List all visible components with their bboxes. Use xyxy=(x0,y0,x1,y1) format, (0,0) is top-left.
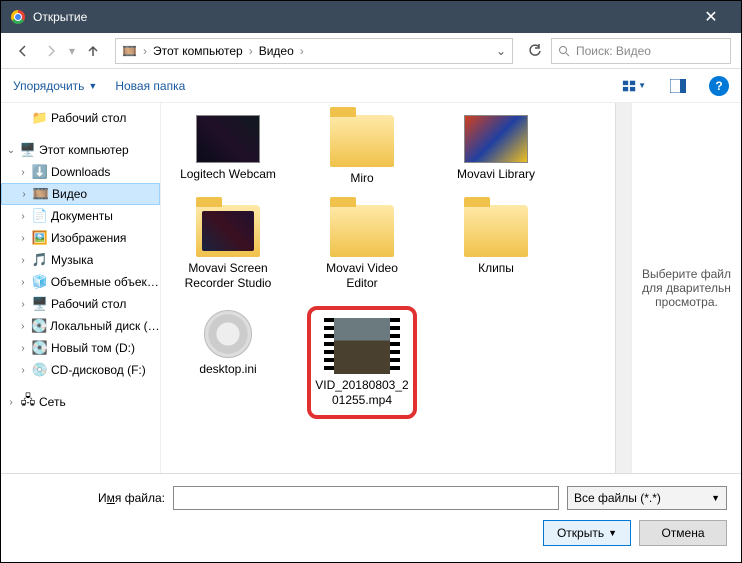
folder-icon xyxy=(330,205,394,257)
chrome-icon xyxy=(11,10,25,24)
open-button[interactable]: Открыть▼ xyxy=(543,520,631,546)
filename-label: Имя файла: xyxy=(15,491,165,505)
preview-pane-button[interactable] xyxy=(665,75,691,97)
video-icon: 🎞️ xyxy=(32,186,50,202)
tree-pictures[interactable]: ›🖼️Изображения xyxy=(1,227,160,249)
expand-icon[interactable]: › xyxy=(17,233,29,244)
folder-icon xyxy=(464,205,528,257)
cancel-button[interactable]: Отмена xyxy=(639,520,727,546)
folder-movavi-editor[interactable]: Movavi Video Editor xyxy=(307,201,417,294)
pc-icon: 🖥️ xyxy=(19,142,37,158)
folder-icon xyxy=(330,115,394,167)
file-list: Logitech Webcam Miro Movavi Library Mova… xyxy=(161,103,631,473)
tree-downloads[interactable]: ›⬇️Downloads xyxy=(1,161,160,183)
nav-tree: 📁Рабочий стол ⌄🖥️Этот компьютер ›⬇️Downl… xyxy=(1,103,161,473)
disc-icon: 💿 xyxy=(31,362,49,378)
expand-icon[interactable]: › xyxy=(5,397,17,408)
video-folder-icon: 🎞️ xyxy=(122,44,137,58)
back-button[interactable] xyxy=(11,39,35,63)
tree-thispc[interactable]: ⌄🖥️Этот компьютер xyxy=(1,139,160,161)
downloads-icon: ⬇️ xyxy=(31,164,49,180)
tree-3dobjects[interactable]: ›🧊Объемные объекты xyxy=(1,271,160,293)
chevron-right-icon: › xyxy=(143,44,147,58)
folder-movavi-library[interactable]: Movavi Library xyxy=(441,111,551,189)
file-desktop-ini[interactable]: desktop.ini xyxy=(173,306,283,419)
history-dropdown[interactable]: ▾ xyxy=(69,44,75,58)
breadcrumb-video[interactable]: Видео xyxy=(259,44,294,58)
desktop-icon: 🖥️ xyxy=(31,296,49,312)
folder-movavi-recorder[interactable]: Movavi Screen Recorder Studio xyxy=(173,201,283,294)
tree-localdisk[interactable]: ›💽Локальный диск (C:) xyxy=(1,315,160,337)
preview-pane: Выберите файл для дварительн просмотра. xyxy=(631,103,741,473)
navbar: ▾ 🎞️ › Этот компьютер › Видео › ⌄ Поиск:… xyxy=(1,33,741,69)
refresh-button[interactable] xyxy=(523,39,547,63)
expand-icon[interactable]: › xyxy=(17,255,29,266)
window-title: Открытие xyxy=(33,10,691,24)
folder-thumb-icon xyxy=(196,115,260,163)
folder-miro[interactable]: Miro xyxy=(307,111,417,189)
split-dropdown-icon[interactable]: ▼ xyxy=(608,528,617,538)
close-icon[interactable]: ✕ xyxy=(691,7,731,27)
address-bar[interactable]: 🎞️ › Этот компьютер › Видео › ⌄ xyxy=(115,38,513,64)
tree-documents[interactable]: ›📄Документы xyxy=(1,205,160,227)
expand-icon[interactable]: › xyxy=(17,299,29,310)
chevron-right-icon: › xyxy=(249,44,253,58)
network-icon: 🖧 xyxy=(19,391,37,413)
address-dropdown-icon[interactable]: ⌄ xyxy=(496,44,506,58)
breadcrumb-thispc[interactable]: Этот компьютер xyxy=(153,44,243,58)
organize-menu[interactable]: Упорядочить ▼ xyxy=(13,79,97,93)
tree-cddrive[interactable]: ›💿CD-дисковод (F:) xyxy=(1,359,160,381)
bottom-panel: Имя файла: Все файлы (*.*)▼ Открыть▼ Отм… xyxy=(1,473,741,558)
forward-button[interactable] xyxy=(39,39,63,63)
tree-music[interactable]: ›🎵Музыка xyxy=(1,249,160,271)
gear-icon xyxy=(204,310,252,358)
up-button[interactable] xyxy=(81,39,105,63)
expand-icon[interactable]: › xyxy=(17,277,29,288)
pictures-icon: 🖼️ xyxy=(31,230,49,246)
file-video-selected[interactable]: VID_20180803_201255.mp4 xyxy=(307,306,417,419)
tree-desktop[interactable]: 📁Рабочий стол xyxy=(1,107,160,129)
preview-hint: Выберите файл для дварительн просмотра. xyxy=(640,267,733,309)
new-folder-button[interactable]: Новая папка xyxy=(115,79,185,93)
expand-icon[interactable]: › xyxy=(17,167,29,178)
folder-logitech[interactable]: Logitech Webcam xyxy=(173,111,283,189)
search-input[interactable]: Поиск: Видео xyxy=(551,38,731,64)
scrollbar[interactable] xyxy=(615,103,631,473)
folder-thumb-icon xyxy=(464,115,528,163)
expand-icon[interactable]: › xyxy=(17,321,29,332)
help-button[interactable]: ? xyxy=(709,76,729,96)
video-thumb-icon xyxy=(324,318,400,374)
expand-icon[interactable]: › xyxy=(17,343,29,354)
tree-video[interactable]: ›🎞️Видео xyxy=(1,183,160,205)
chevron-right-icon: › xyxy=(300,44,304,58)
tree-newvol[interactable]: ›💽Новый том (D:) xyxy=(1,337,160,359)
search-placeholder: Поиск: Видео xyxy=(576,44,651,58)
tree-desktop2[interactable]: ›🖥️Рабочий стол xyxy=(1,293,160,315)
titlebar: Открытие ✕ xyxy=(1,1,741,33)
drive-icon: 💽 xyxy=(31,318,48,334)
folder-clips[interactable]: Клипы xyxy=(441,201,551,294)
toolbar: Упорядочить ▼ Новая папка ▼ ? xyxy=(1,69,741,103)
filename-input[interactable] xyxy=(173,486,559,510)
expand-icon[interactable]: › xyxy=(18,189,30,200)
expand-icon[interactable]: › xyxy=(17,365,29,376)
view-mode-button[interactable]: ▼ xyxy=(621,75,647,97)
folder-icon xyxy=(196,205,260,257)
collapse-icon[interactable]: ⌄ xyxy=(5,145,17,156)
tree-network[interactable]: ›🖧Сеть xyxy=(1,391,160,413)
expand-icon[interactable]: › xyxy=(17,211,29,222)
music-icon: 🎵 xyxy=(31,252,49,268)
body-area: 📁Рабочий стол ⌄🖥️Этот компьютер ›⬇️Downl… xyxy=(1,103,741,473)
search-icon xyxy=(558,45,570,57)
cube-icon: 🧊 xyxy=(31,274,49,290)
folder-icon: 📁 xyxy=(31,110,49,126)
documents-icon: 📄 xyxy=(31,208,49,224)
drive-icon: 💽 xyxy=(31,340,49,356)
filetype-filter[interactable]: Все файлы (*.*)▼ xyxy=(567,486,727,510)
